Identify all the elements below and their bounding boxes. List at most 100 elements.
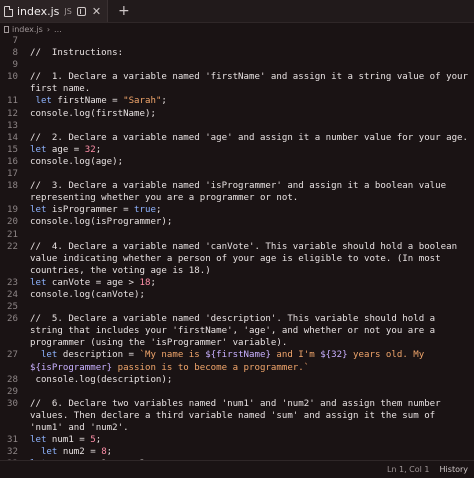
- code-line[interactable]: 13: [0, 120, 474, 132]
- line-number: 22: [7, 241, 18, 252]
- tab-bar: index.js JS ✕ +: [0, 0, 474, 23]
- split-view-icon[interactable]: [76, 6, 86, 16]
- code-line[interactable]: 10 // 1. Declare a variable named 'firstN…: [0, 71, 474, 95]
- code-line[interactable]: 9: [0, 59, 474, 71]
- code-token: console.log(age);: [30, 156, 124, 167]
- line-content: let num1 = 5;: [18, 434, 472, 446]
- code-line[interactable]: 29: [0, 386, 474, 398]
- code-line[interactable]: 18 // 3. Declare a variable named 'isProg…: [0, 180, 474, 204]
- code-token: // 1. Declare a variable named 'firstNam…: [30, 72, 474, 95]
- code-token: description =: [62, 350, 140, 361]
- line-number: 15: [7, 144, 18, 155]
- line-content: let age = 32;: [18, 144, 472, 156]
- code-line[interactable]: 31 let num1 = 5;: [0, 434, 474, 446]
- line-number: 17: [7, 169, 18, 180]
- close-tab-icon[interactable]: ✕: [92, 5, 101, 18]
- code-token: ${isProgrammer}: [30, 362, 113, 373]
- code-token: ;: [155, 205, 162, 216]
- code-token: // 3. Declare a variable named 'isProgra…: [30, 181, 452, 204]
- line-content: console.log(firstName);: [18, 108, 472, 120]
- code-token: 32: [84, 144, 96, 155]
- code-token: 18: [139, 277, 151, 288]
- code-token: ;: [106, 447, 113, 458]
- code-line[interactable]: 14 // 2. Declare a variable named 'age' a…: [0, 132, 474, 144]
- code-token: let: [30, 447, 63, 458]
- history-button[interactable]: History: [440, 465, 468, 474]
- file-icon: [4, 25, 9, 33]
- file-icon: [4, 5, 13, 17]
- code-line[interactable]: 7: [0, 35, 474, 47]
- tab-label: index.js: [17, 4, 60, 18]
- code-line[interactable]: 30 // 6. Declare two variables named 'num…: [0, 398, 474, 434]
- line-number: 11: [7, 96, 18, 107]
- new-tab-icon[interactable]: +: [118, 4, 130, 18]
- code-line[interactable]: 27 let description = `My name is ${first…: [0, 349, 474, 373]
- code-token: // 6. Declare two variables named 'num1'…: [30, 398, 447, 433]
- code-line[interactable]: 20 console.log(isProgrammer);: [0, 216, 474, 228]
- code-token: console.log(description);: [30, 374, 173, 385]
- code-token: firstName =: [57, 96, 124, 107]
- code-token: // 5. Declare a variable named 'descript…: [30, 314, 441, 349]
- line-content: // 6. Declare two variables named 'num1'…: [18, 398, 472, 434]
- code-token: `My name is: [139, 350, 206, 361]
- cursor-position[interactable]: Ln 1, Col 1: [387, 465, 430, 474]
- line-content: // 5. Declare a variable named 'descript…: [18, 313, 472, 349]
- line-content: // 1. Declare a variable named 'firstNam…: [18, 71, 472, 95]
- breadcrumb-separator: ›: [46, 24, 51, 34]
- code-token: ;: [95, 435, 102, 446]
- line-content: [18, 59, 472, 71]
- line-content: console.log(isProgrammer);: [18, 216, 472, 228]
- code-line[interactable]: 32 let num2 = 8;: [0, 446, 474, 458]
- code-line[interactable]: 19 let isProgrammer = true;: [0, 204, 474, 216]
- breadcrumb: index.js › ...: [0, 23, 474, 35]
- line-number: 19: [7, 205, 18, 216]
- line-content: // Instructions:: [18, 47, 472, 59]
- tab-index-js[interactable]: index.js JS ✕: [0, 0, 109, 22]
- code-line[interactable]: 28 console.log(description);: [0, 374, 474, 386]
- code-line[interactable]: 12 console.log(firstName);: [0, 108, 474, 120]
- code-line[interactable]: 11 let firstName = "Sarah";: [0, 95, 474, 107]
- line-number: 24: [7, 289, 18, 300]
- code-line[interactable]: 22 // 4. Declare a variable named 'canVot…: [0, 241, 474, 277]
- code-line[interactable]: 23 let canVote = age > 18;: [0, 277, 474, 289]
- code-line[interactable]: 17: [0, 168, 474, 180]
- code-token: // Instructions:: [30, 48, 124, 59]
- code-token: num1 =: [51, 435, 91, 446]
- code-token: isProgrammer =: [51, 205, 135, 216]
- line-content: [18, 229, 472, 241]
- code-token: ;: [95, 144, 102, 155]
- code-token: console.log(canVote);: [30, 289, 145, 300]
- line-content: let canVote = age > 18;: [18, 277, 472, 289]
- line-content: // 2. Declare a variable named 'age' and…: [18, 132, 472, 144]
- code-line[interactable]: 25: [0, 301, 474, 313]
- code-token: passion is to become a programmer.`: [112, 362, 310, 373]
- line-number: 23: [7, 277, 18, 288]
- code-line[interactable]: 26 // 5. Declare a variable named 'descri…: [0, 313, 474, 349]
- line-number: 27: [7, 350, 18, 361]
- code-token: age =: [51, 144, 85, 155]
- line-content: let num2 = 8;: [18, 446, 472, 458]
- code-editor[interactable]: 7 8 // Instructions: 9 10 // 1. Declare a var…: [0, 35, 474, 460]
- line-number: 7: [12, 36, 18, 46]
- code-token: ${firstName}: [205, 350, 271, 361]
- line-content: let isProgrammer = true;: [18, 204, 472, 216]
- line-number: 25: [7, 302, 18, 313]
- code-line[interactable]: 21: [0, 229, 474, 241]
- line-content: console.log(canVote);: [18, 289, 472, 301]
- line-content: console.log(age);: [18, 156, 472, 168]
- code-token: let: [30, 144, 52, 155]
- breadcrumb-file[interactable]: index.js: [12, 25, 43, 34]
- line-content: // 3. Declare a variable named 'isProgra…: [18, 180, 472, 204]
- line-number: 16: [7, 156, 18, 167]
- language-badge: JS: [64, 6, 72, 16]
- breadcrumb-more[interactable]: ...: [54, 25, 62, 34]
- code-line[interactable]: 8 // Instructions:: [0, 47, 474, 59]
- line-number: 32: [7, 447, 18, 458]
- code-line[interactable]: 16 console.log(age);: [0, 156, 474, 168]
- code-line[interactable]: 15 let age = 32;: [0, 144, 474, 156]
- line-content: [18, 301, 472, 313]
- line-number: 13: [7, 120, 18, 131]
- code-token: and I'm: [270, 350, 321, 361]
- code-line[interactable]: 24 console.log(canVote);: [0, 289, 474, 301]
- code-token: let: [30, 277, 52, 288]
